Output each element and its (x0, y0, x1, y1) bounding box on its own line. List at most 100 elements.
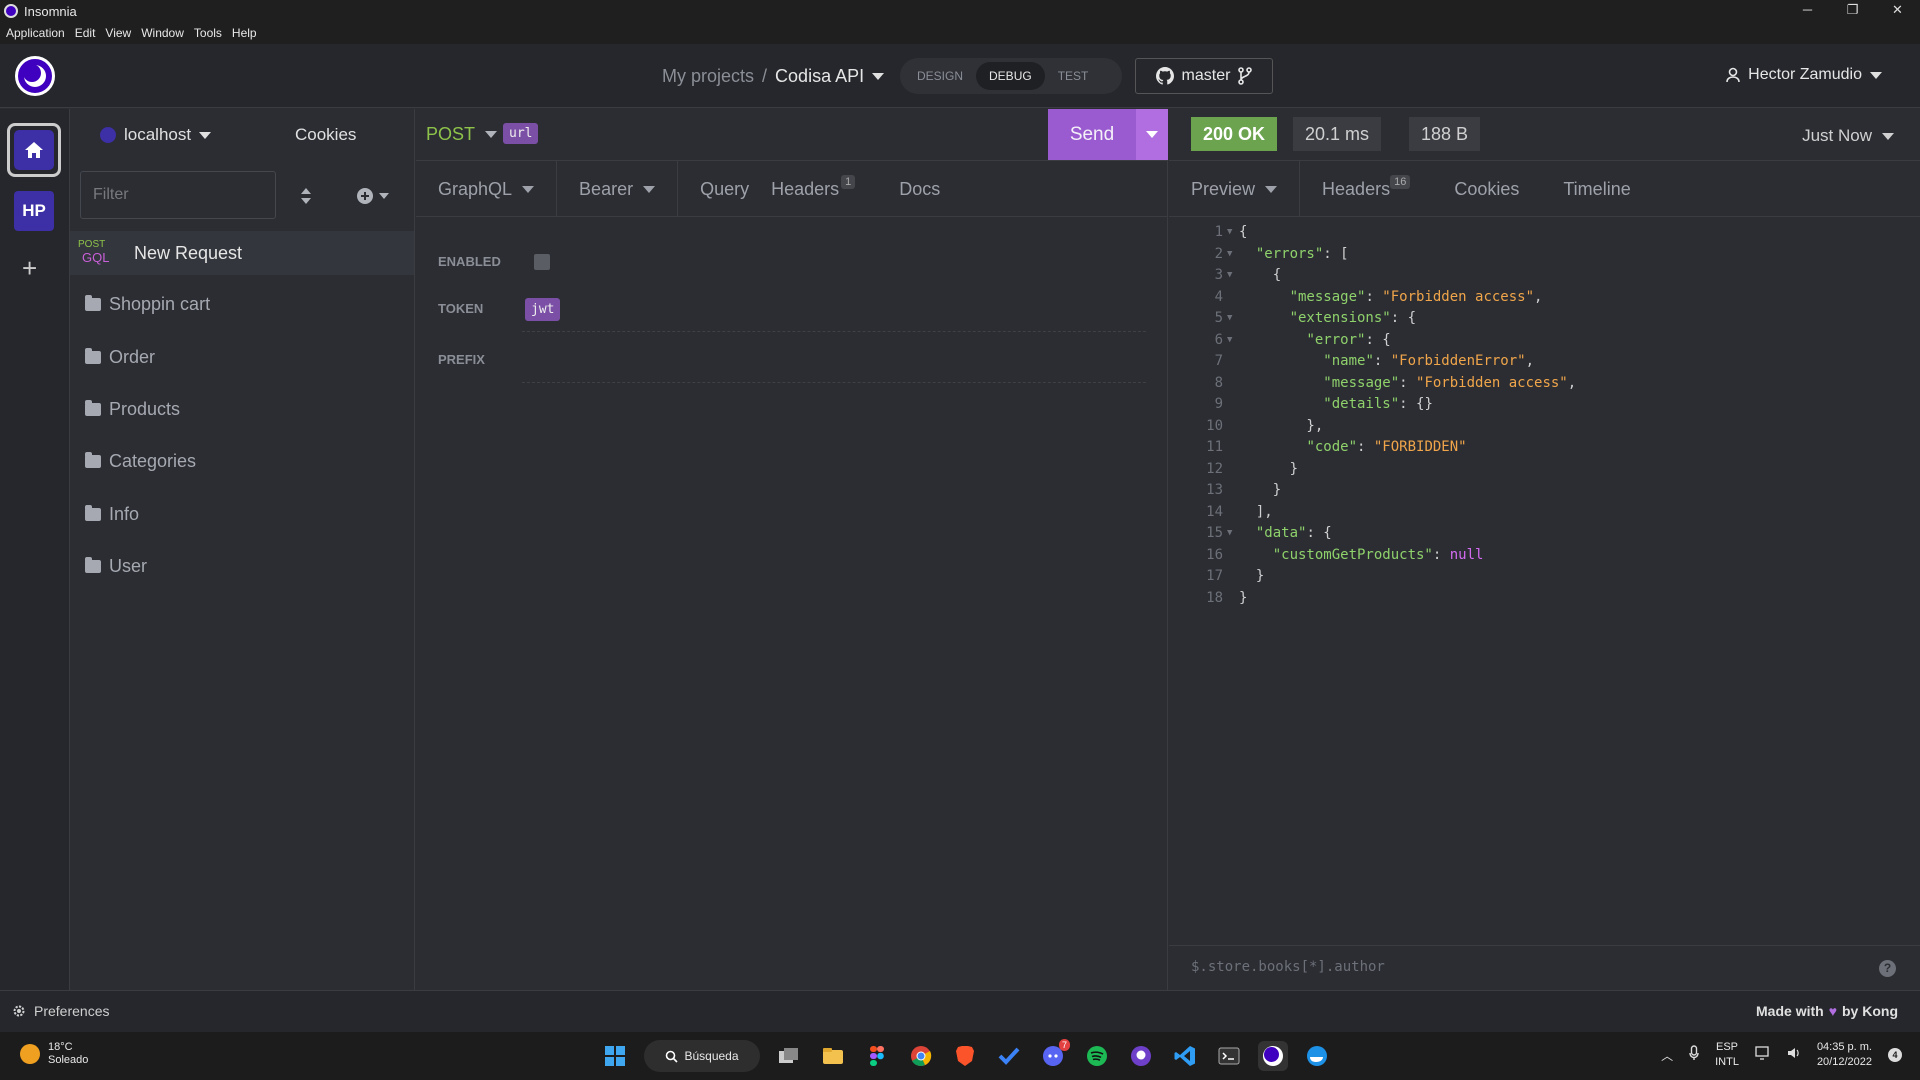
maximize-button[interactable]: ❐ (1830, 0, 1875, 22)
keyboard-language[interactable]: ESP INTL (1715, 1040, 1739, 1070)
microphone-icon[interactable] (1689, 1044, 1699, 1066)
terminal-icon[interactable] (1214, 1041, 1244, 1071)
tab-query[interactable]: Query (678, 161, 771, 217)
folder-item[interactable]: Info (85, 499, 139, 529)
user-menu[interactable]: Hector Zamudio (1726, 66, 1882, 84)
network-icon[interactable] (1755, 1045, 1771, 1065)
home-button[interactable] (7, 123, 61, 177)
tab-docs[interactable]: Docs (877, 161, 962, 217)
keyboard-layout: INTL (1715, 1056, 1739, 1068)
folder-name: Info (109, 503, 140, 524)
token-input-underline[interactable] (522, 331, 1146, 332)
preferences-button[interactable]: Preferences (12, 1003, 109, 1019)
menu-view[interactable]: View (105, 26, 131, 40)
insomnia-taskbar-icon[interactable] (1258, 1041, 1288, 1071)
prefix-input-underline[interactable] (522, 382, 1146, 383)
tab-auth-bearer[interactable]: Bearer (557, 161, 679, 217)
github-desktop-icon[interactable] (1126, 1041, 1156, 1071)
clock[interactable]: 04:35 p. m. 20/12/2022 (1817, 1040, 1872, 1070)
vscode-icon[interactable] (1170, 1041, 1200, 1071)
menu-tools[interactable]: Tools (194, 26, 222, 40)
tab-label: Timeline (1563, 178, 1631, 199)
tab-response-headers[interactable]: Headers 16 (1300, 161, 1432, 217)
folder-icon (85, 399, 101, 416)
github-icon (1155, 67, 1174, 85)
auth-enabled-checkbox[interactable] (534, 254, 550, 270)
breadcrumb-projects[interactable]: My projects (662, 66, 754, 87)
taskbar-search[interactable]: Búsqueda (644, 1040, 760, 1072)
windows-start-icon[interactable] (600, 1041, 630, 1071)
chevron-down-icon (199, 131, 212, 139)
insomnia-home-logo-icon[interactable] (15, 56, 55, 96)
minimize-button[interactable]: ─ (1785, 0, 1830, 22)
menu-application[interactable]: Application (6, 26, 65, 40)
breadcrumb: My projects / Codisa API (662, 66, 885, 87)
discord-icon[interactable]: 7 (1038, 1039, 1070, 1071)
add-request-button[interactable] (356, 187, 389, 205)
folder-item[interactable]: Products (85, 394, 180, 424)
task-view-icon[interactable] (774, 1041, 804, 1071)
response-size-badge: 188 B (1409, 117, 1481, 151)
chevron-up-icon[interactable]: ︿ (1661, 1047, 1673, 1064)
spotify-icon[interactable] (1082, 1041, 1112, 1071)
chevron-down-icon (1265, 185, 1278, 193)
chevron-down-icon[interactable] (872, 73, 885, 80)
tab-timeline[interactable]: Timeline (1541, 161, 1652, 217)
method-selector[interactable]: POST (426, 124, 498, 145)
response-body[interactable]: 1 ▼{ 2 ▼ "errors": [ 3 ▼ { 4 "message": "Fo… (1169, 222, 1920, 609)
chrome-icon[interactable] (906, 1041, 936, 1071)
volume-icon[interactable] (1787, 1046, 1801, 1065)
brave-icon[interactable] (950, 1041, 980, 1071)
folder-item[interactable]: Order (85, 342, 155, 372)
notification-badge[interactable]: 4 (1888, 1048, 1902, 1062)
home-icon (25, 142, 43, 158)
token-variable-tag[interactable]: jwt (525, 298, 561, 321)
headers-count-badge: 1 (841, 175, 856, 189)
environment-color-icon (100, 127, 116, 143)
file-explorer-icon[interactable] (818, 1041, 848, 1071)
tab-preview[interactable]: Preview (1169, 161, 1301, 217)
made-with-kong[interactable]: Made with ♥ by Kong (1756, 1003, 1898, 1019)
folder-item[interactable]: Categories (85, 446, 196, 476)
menu-window[interactable]: Window (141, 26, 184, 40)
mode-design[interactable]: DESIGN (904, 62, 976, 90)
breadcrumb-separator: / (762, 66, 768, 86)
plus-circle-icon (357, 188, 373, 204)
tab-response-cookies[interactable]: Cookies (1432, 161, 1541, 217)
chevron-down-icon (1146, 131, 1158, 138)
folder-icon (85, 504, 101, 521)
response-filter-input[interactable]: $.store.books[*].author (1191, 959, 1385, 975)
environment-selector[interactable]: localhost (100, 125, 212, 145)
figma-icon[interactable] (862, 1041, 892, 1071)
send-button[interactable]: Send (1048, 109, 1136, 160)
request-item[interactable]: POST GQL New Request (70, 231, 414, 275)
cookies-button[interactable]: Cookies (295, 125, 356, 145)
filter-input[interactable] (80, 171, 276, 219)
docker-icon[interactable] (1302, 1041, 1332, 1071)
git-branch-button[interactable]: master (1135, 58, 1273, 94)
mode-test[interactable]: TEST (1045, 62, 1102, 90)
folder-item[interactable]: User (85, 551, 147, 581)
close-button[interactable]: ✕ (1875, 0, 1920, 22)
weather-widget[interactable]: 18°C Soleado (20, 1041, 88, 1067)
menu-help[interactable]: Help (232, 26, 257, 40)
tab-label: Bearer (579, 178, 634, 199)
response-pane: 200 OK 20.1 ms 188 B Just Now Preview He… (1169, 109, 1920, 990)
help-icon[interactable]: ? (1879, 960, 1896, 977)
response-history-selector[interactable]: Just Now (1802, 126, 1894, 146)
by-kong-label: by Kong (1842, 1003, 1898, 1019)
response-filter-bar[interactable]: $.store.books[*].author ? (1169, 945, 1920, 990)
heart-icon: ♥ (1828, 1003, 1837, 1019)
folder-item[interactable]: Shoppin cart (85, 289, 210, 319)
send-options-button[interactable] (1136, 109, 1168, 160)
menu-edit[interactable]: Edit (75, 26, 96, 40)
mode-debug[interactable]: DEBUG (976, 62, 1045, 90)
tab-graphql[interactable]: GraphQL (416, 161, 558, 217)
breadcrumb-api-name[interactable]: Codisa API (775, 66, 864, 87)
organization-avatar[interactable]: HP (14, 191, 54, 231)
add-organization-icon[interactable]: + (22, 253, 37, 284)
todo-icon[interactable] (994, 1041, 1024, 1071)
tab-headers[interactable]: Headers 1 (771, 161, 877, 217)
sort-icon[interactable] (300, 187, 312, 210)
url-variable-tag[interactable]: url (503, 123, 539, 144)
